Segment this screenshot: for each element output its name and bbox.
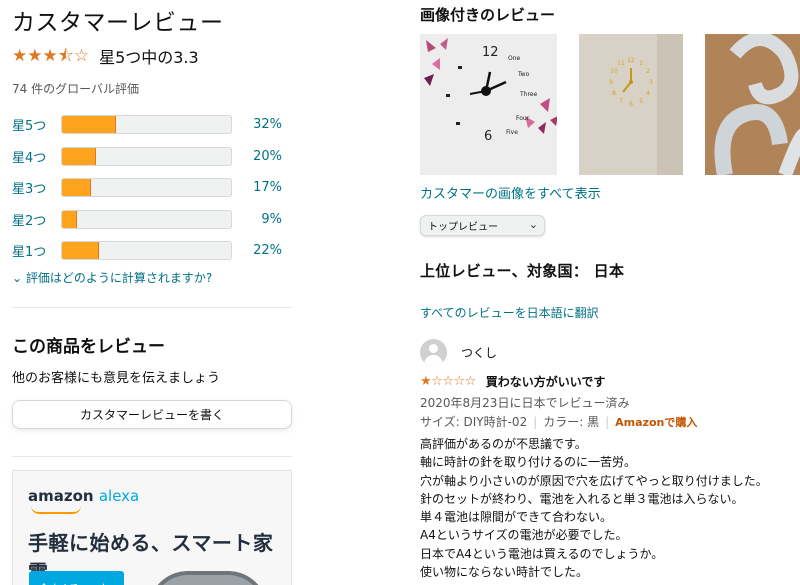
histogram-bar[interactable] [61,115,232,135]
svg-text:3: 3 [650,79,654,86]
review-body-line: 針のセットが終わり、電池を入れると単３電池は入らない。 [420,491,744,506]
histogram-row[interactable]: 星5つ 32% [12,109,294,141]
review-header: ★☆☆☆☆ 買わない方がいいです [420,373,800,390]
review-image-1[interactable]: 12 One Two Three Four Five 6 [420,34,558,175]
chevron-down-icon: ⌄ [528,218,538,231]
svg-text:5: 5 [640,98,644,105]
histogram-percent[interactable]: 32% [240,117,282,132]
histogram-bar[interactable] [61,209,232,229]
histogram-bar[interactable] [61,146,232,166]
verified-purchase-badge: Amazonで購入 [615,415,698,429]
left-column: カスタマーレビュー ★★★⯪☆ 星5つ中の3.3 74 件のグローバル評価 星5… [12,0,294,585]
svg-text:9: 9 [610,79,614,86]
review-date: 2020年8月23日に日本でレビュー済み [420,396,630,410]
svg-text:12: 12 [628,57,636,64]
top-reviews-heading: 上位レビュー、対象国： 日本 [420,262,625,280]
share-thoughts-text: 他のお客様にも意見を伝えましょう [12,370,221,386]
histogram-star-label[interactable]: 星5つ [12,115,61,134]
review-body-line: 単４電池は隙間ができて合わない。 [420,510,613,525]
histogram-percent[interactable]: 20% [240,149,282,164]
histogram-row[interactable]: 星2つ 9% [12,204,294,236]
review-body-line: 高評価があるのが不思議です。 [420,437,587,451]
histogram-row[interactable]: 星1つ 22% [12,235,294,267]
histogram-row[interactable]: 星4つ 20% [12,141,294,173]
histogram-bar[interactable] [61,178,232,198]
review-this-product-heading: この商品をレビュー [12,336,165,357]
rating-histogram: 星5つ 32% 星4つ 20% 星3つ 17% 星2つ 9% 星1つ 22% [12,109,294,267]
rating-stars-icon: ★★★⯪☆ [12,45,90,66]
reviews-with-images-heading: 画像付きのレビュー [420,6,556,24]
review-body-line: 使い物にならない時計でした。 [420,565,589,580]
svg-text:12: 12 [482,45,499,60]
reviewer-name: つくし [461,346,498,360]
mirror-digits-image [704,34,800,175]
separator: | [605,414,610,429]
variant-color[interactable]: カラー: 黒 [543,413,599,430]
review-image-2[interactable]: 12 1 2 3 4 5 6 7 8 9 10 11 [579,34,683,175]
sort-reviews-select[interactable]: トップレビュー ⌄ [420,215,545,236]
review-stars-icon[interactable]: ★☆☆☆☆ [420,374,476,389]
histogram-percent[interactable]: 17% [240,180,282,195]
right-column: 画像付きのレビュー 12 One Two Three Four Five 6 1… [420,0,800,581]
divider [12,455,292,457]
svg-text:Two: Two [517,71,530,78]
divider [12,306,292,308]
svg-text:11: 11 [618,60,626,67]
svg-text:6: 6 [484,129,492,144]
how-calculated-link[interactable]: ⌄ 評価はどのように計算されますか? [12,269,294,286]
review-body-line: A4というサイズの電池が必要でした。 [420,528,628,543]
average-rating[interactable]: ★★★⯪☆ 星5つ中の3.3 [12,44,294,68]
review-body-line: 軸に時計の針を取り付けるのに一苦労。 [420,455,637,470]
histogram-percent[interactable]: 9% [240,212,282,227]
svg-text:One: One [508,55,521,62]
review-body-line: 穴が軸より小さいのが原因で穴を広げてやっと取り付けました。 [420,473,768,488]
svg-text:6: 6 [630,101,634,108]
histogram-bar-fill [62,116,117,134]
histogram-bar-fill [62,147,96,165]
histogram-row[interactable]: 星3つ 17% [12,172,294,204]
svg-text:8: 8 [613,90,617,97]
svg-text:Five: Five [506,129,518,136]
svg-text:1: 1 [640,60,644,67]
svg-text:4: 4 [647,90,651,97]
variant-size[interactable]: サイズ: DIY時計-02 [420,413,527,430]
wall-clock-butterflies-image: 12 One Two Three Four Five 6 [420,34,558,175]
review-image-3[interactable] [704,34,800,175]
sort-selected-value: トップレビュー [428,222,498,233]
amazon-smile-icon [31,506,81,514]
reviews-title: カスタマーレビュー [12,10,224,36]
svg-text:7: 7 [620,98,624,105]
histogram-bar-fill [62,210,78,228]
gold-wall-clock-image: 12 1 2 3 4 5 6 7 8 9 10 11 [579,34,683,175]
global-ratings-count: 74 件のグローバル評価 [12,82,139,96]
histogram-star-label[interactable]: 星2つ [12,210,61,229]
svg-text:Four: Four [516,115,530,122]
histogram-star-label[interactable]: 星3つ [12,178,61,197]
review-body-line: 日本でA4という電池は買えるのでしょうか。 [420,546,664,561]
rating-text: 星5つ中の3.3 [99,48,199,67]
histogram-bar[interactable] [61,241,232,261]
review-body: 高評価があるのが不思議です。軸に時計の針を取り付けるのに一苦労。穴が軸より小さい… [420,435,800,581]
histogram-percent[interactable]: 22% [240,243,282,258]
write-review-button[interactable]: カスタマーレビューを書く [12,399,292,429]
translate-reviews-link[interactable]: すべてのレビューを日本語に翻訳 [420,304,800,321]
review-title[interactable]: 買わない方がいいです [486,373,606,390]
alexa-ad-banner[interactable]: amazon alexa 手軽に始める、スマート家電。 今すぐチェック [12,470,292,585]
amazon-alexa-logo: amazon alexa [28,487,140,505]
svg-text:10: 10 [611,68,619,75]
review-variant-meta: サイズ: DIY時計-02 | カラー: 黒 | Amazonで購入 [420,413,800,430]
svg-text:Three: Three [519,91,537,98]
review-image-strip: 12 One Two Three Four Five 6 12 1 2 3 4 … [420,34,800,175]
separator: | [533,414,538,429]
avatar-icon [420,339,447,366]
see-all-customer-images-link[interactable]: カスタマーの画像をすべて表示 [420,183,800,202]
svg-text:2: 2 [647,68,651,75]
histogram-star-label[interactable]: 星1つ [12,241,61,260]
histogram-star-label[interactable]: 星4つ [12,147,61,166]
reviewer-profile[interactable]: つくし [420,339,800,366]
ad-cta-button[interactable]: 今すぐチェック [29,571,124,585]
histogram-bar-fill [62,179,91,197]
histogram-bar-fill [62,242,100,260]
